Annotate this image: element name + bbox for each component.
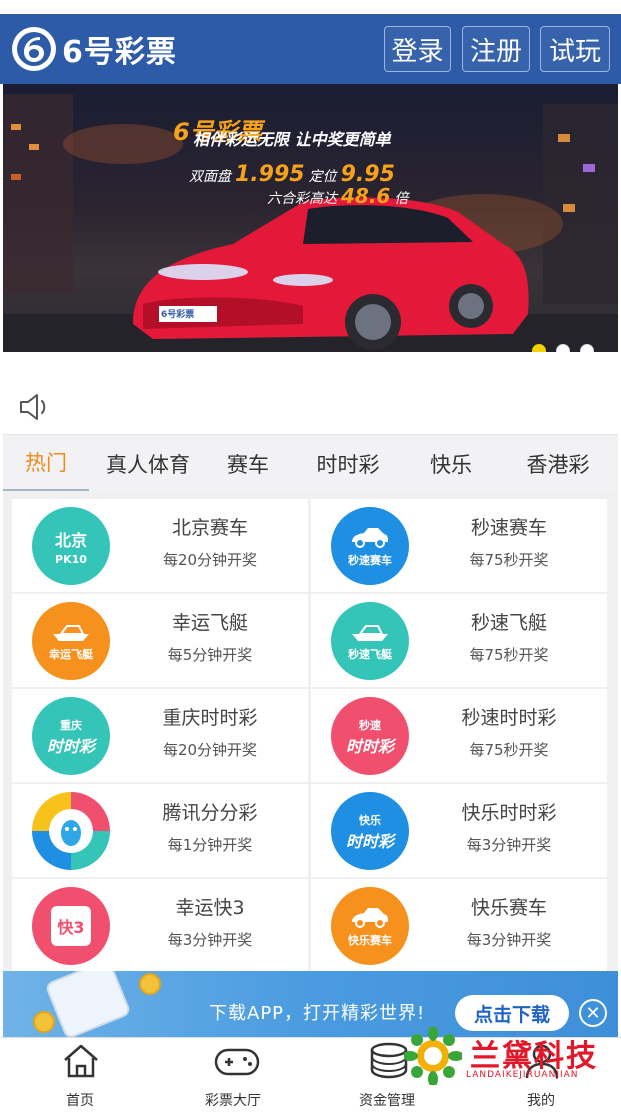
game-name: 重庆时时彩: [162, 707, 258, 729]
car-graphic-icon: [352, 528, 388, 548]
game-name: 幸运飞艇: [171, 612, 248, 634]
game-card[interactable]: 腾讯分分彩 每1分钟开奖: [12, 784, 308, 877]
game-name: 幸运快3: [175, 897, 245, 919]
race-car-icon: 秒速赛车: [331, 507, 409, 585]
tab-hot[interactable]: 热门: [3, 435, 89, 492]
game-name: 秒速时时彩: [461, 707, 557, 729]
watermark: 兰黛科技 LANDAIKEJIRUANJIAN: [404, 1027, 614, 1087]
boat-graphic-icon: [53, 625, 89, 641]
download-button[interactable]: 点击下载: [455, 995, 569, 1031]
dice-graphic: 快3: [51, 906, 91, 946]
game-name: 秒速飞艇: [470, 612, 547, 634]
promo-banner[interactable]: 6号彩票 相伴彩运无限 让中奖更简单 双面盘 1.995 定位 9.95 六合彩…: [3, 84, 618, 352]
top-header: 6号彩票 登录 注册 试玩: [0, 14, 621, 84]
ssc-lottery-icon: 重庆 时时彩: [32, 697, 110, 775]
banner-liuhe-value: 48.6: [341, 184, 391, 208]
tab-happy[interactable]: 快乐: [411, 435, 491, 492]
game-draw-interval: 每20分钟开奖: [162, 551, 258, 569]
nav-mine-label: 我的: [527, 1093, 555, 1109]
banner-slogan: 相伴彩运无限 让中奖更简单: [193, 130, 391, 149]
game-draw-interval: 每3分钟开奖: [167, 931, 253, 949]
coin-icon: [139, 973, 161, 995]
nav-home-label: 首页: [66, 1093, 94, 1109]
game-card[interactable]: 幸运飞艇 幸运飞艇 每5分钟开奖: [12, 594, 308, 687]
watermark-subtext: LANDAIKEJIRUANJIAN: [466, 1070, 579, 1080]
banner-double-label: 双面盘: [189, 169, 231, 185]
car-graphic-icon: [352, 908, 388, 928]
register-button[interactable]: 注册: [462, 26, 530, 72]
game-card[interactable]: 北京 PK10 北京赛车 每20分钟开奖: [12, 499, 308, 592]
game-card[interactable]: 快乐 时时彩 快乐时时彩 每3分钟开奖: [311, 784, 607, 877]
game-card[interactable]: 重庆 时时彩 重庆时时彩 每20分钟开奖: [12, 689, 308, 782]
game-draw-interval: 每3分钟开奖: [466, 836, 552, 854]
trial-button[interactable]: 试玩: [540, 26, 610, 72]
speaker-icon[interactable]: [18, 392, 50, 422]
tab-racing[interactable]: 赛车: [208, 435, 288, 492]
site-logo[interactable]: 6号彩票: [10, 23, 177, 75]
game-name: 北京赛车: [171, 517, 248, 539]
ssc-lottery-icon: 秒速 时时彩: [331, 697, 409, 775]
banner-plate-text: 6号彩票: [161, 310, 195, 320]
game-grid: 北京 PK10 北京赛车 每20分钟开奖 秒速赛车 秒速赛车 每75秒开奖 幸运…: [3, 491, 618, 972]
game-name: 快乐赛车: [470, 897, 547, 919]
game-draw-interval: 每75秒开奖: [469, 741, 549, 759]
game-draw-interval: 每75秒开奖: [469, 646, 549, 664]
banner-liuhe-label: 六合彩高达: [267, 191, 337, 207]
game-card[interactable]: 秒速飞艇 秒速飞艇 每75秒开奖: [311, 594, 607, 687]
notice-bar: [0, 352, 621, 434]
banner-liuhe-line: 六合彩高达 48.6 倍: [267, 184, 408, 208]
race-car-icon: 快乐赛车: [331, 887, 409, 965]
speedboat-icon: 秒速飞艇: [331, 602, 409, 680]
login-button[interactable]: 登录: [384, 26, 451, 72]
game-draw-interval: 每20分钟开奖: [162, 741, 258, 759]
banner-car-image: [3, 94, 618, 352]
qq-penguin-icon: [32, 792, 110, 870]
nav-lottery-hall-label: 彩票大厅: [205, 1093, 261, 1109]
category-tabs: 热门 真人体育 赛车 时时彩 快乐 香港彩: [3, 434, 618, 492]
game-draw-interval: 每5分钟开奖: [167, 646, 253, 664]
nav-funds-label: 资金管理: [359, 1093, 415, 1109]
watermark-text: 兰黛科技: [470, 1039, 598, 1074]
close-icon[interactable]: ✕: [579, 999, 607, 1027]
game-card[interactable]: 快乐赛车 快乐赛车 每3分钟开奖: [311, 879, 607, 972]
banner-liuhe-unit: 倍: [394, 191, 409, 207]
game-card[interactable]: 秒速 时时彩 秒速时时彩 每75秒开奖: [311, 689, 607, 782]
game-draw-interval: 每1分钟开奖: [167, 836, 253, 854]
logo-text: 6号彩票: [62, 35, 177, 70]
gamepad-icon: [214, 1048, 260, 1076]
penguin-graphic-icon: [49, 809, 93, 853]
beijing-pk10-icon: 北京 PK10: [32, 507, 110, 585]
coin-icon: [33, 1011, 55, 1033]
game-name: 腾讯分分彩: [162, 802, 258, 824]
game-draw-interval: 每75秒开奖: [469, 551, 549, 569]
download-text: 下载APP，打开精彩世界!: [209, 1003, 426, 1024]
banner-position-label: 定位: [308, 169, 337, 185]
watermark-logo-icon: [404, 1027, 462, 1085]
game-card[interactable]: 秒速赛车 秒速赛车 每75秒开奖: [311, 499, 607, 592]
tab-ssc[interactable]: 时时彩: [303, 435, 393, 492]
ssc-lottery-icon: 快乐 时时彩: [331, 792, 409, 870]
nav-home[interactable]: 首页: [15, 1038, 145, 1112]
tab-hongkong[interactable]: 香港彩: [508, 435, 608, 492]
game-draw-interval: 每3分钟开奖: [466, 931, 552, 949]
home-icon: [64, 1044, 98, 1078]
game-card[interactable]: 快3 幸运快3 每3分钟开奖: [12, 879, 308, 972]
game-name: 快乐时时彩: [461, 802, 557, 824]
tab-live-sports[interactable]: 真人体育: [98, 435, 198, 492]
boat-graphic-icon: [352, 625, 388, 641]
dice-k3-icon: 快3: [32, 887, 110, 965]
phone-illustration: [44, 971, 132, 1037]
nav-lottery-hall[interactable]: 彩票大厅: [168, 1038, 298, 1112]
logo-six-icon: [12, 27, 56, 71]
speedboat-icon: 幸运飞艇: [32, 602, 110, 680]
game-name: 秒速赛车: [470, 517, 547, 539]
